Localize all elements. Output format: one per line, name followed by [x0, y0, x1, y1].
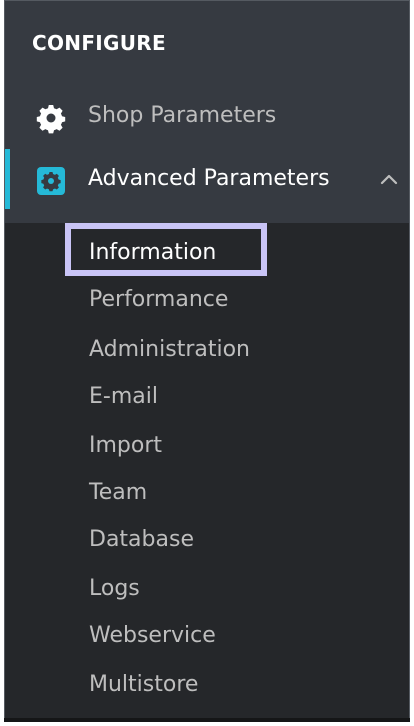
- submenu-item-email[interactable]: E-mail: [89, 383, 158, 411]
- menu-item-shop-parameters[interactable]: Shop Parameters: [5, 86, 409, 146]
- submenu-item-information[interactable]: Information: [89, 239, 216, 267]
- submenu-item-webservice[interactable]: Webservice: [89, 622, 216, 650]
- advanced-parameters-submenu: Information Performance Administration E…: [5, 223, 409, 718]
- section-title: CONFIGURE: [32, 31, 166, 55]
- chevron-up-icon[interactable]: [379, 171, 399, 185]
- submenu-item-multistore[interactable]: Multistore: [89, 671, 198, 699]
- sidebar-panel: CONFIGURE Shop Parameters Advanced Param…: [4, 0, 410, 722]
- gear-icon: [35, 102, 67, 134]
- submenu-item-team[interactable]: Team: [89, 479, 147, 507]
- gear-box-icon: [35, 165, 67, 197]
- menu-item-label: Shop Parameters: [88, 103, 277, 128]
- menu-item-advanced-parameters[interactable]: Advanced Parameters: [5, 149, 409, 209]
- bottom-edge: [4, 718, 410, 722]
- submenu-item-performance[interactable]: Performance: [89, 286, 228, 314]
- submenu-item-logs[interactable]: Logs: [89, 575, 140, 603]
- submenu-item-import[interactable]: Import: [89, 432, 162, 460]
- menu-item-label: Advanced Parameters: [88, 166, 330, 191]
- submenu-item-database[interactable]: Database: [89, 526, 194, 554]
- submenu-item-administration[interactable]: Administration: [89, 336, 250, 364]
